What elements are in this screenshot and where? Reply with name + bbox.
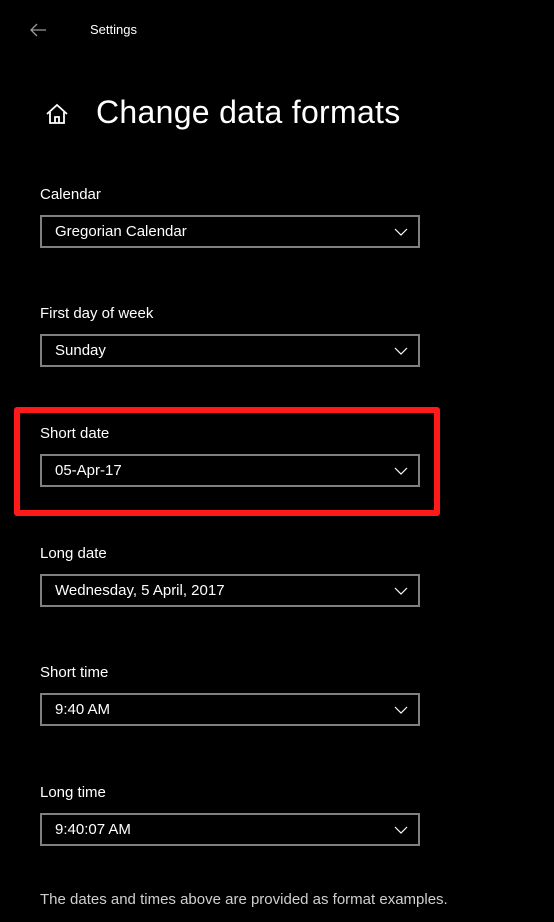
format-examples-note: The dates and times above are provided a… xyxy=(40,891,448,908)
chevron-down-icon xyxy=(394,347,408,355)
long-time-label: Long time xyxy=(40,784,106,801)
title-bar: Settings xyxy=(0,0,554,60)
calendar-value: Gregorian Calendar xyxy=(55,223,187,240)
long-date-value: Wednesday, 5 April, 2017 xyxy=(55,582,225,599)
first-day-dropdown[interactable]: Sunday xyxy=(40,334,420,367)
page-title: Change data formats xyxy=(96,93,401,130)
first-day-value: Sunday xyxy=(55,342,106,359)
home-icon[interactable] xyxy=(44,101,70,127)
chevron-down-icon xyxy=(394,587,408,595)
long-time-value: 9:40:07 AM xyxy=(55,821,131,838)
back-arrow-icon[interactable] xyxy=(28,20,48,40)
long-time-setting: Long time 9:40:07 AM xyxy=(40,783,420,846)
long-date-label: Long date xyxy=(40,545,107,562)
short-time-setting: Short time 9:40 AM xyxy=(40,663,420,726)
short-time-value: 9:40 AM xyxy=(55,701,111,718)
calendar-dropdown[interactable]: Gregorian Calendar xyxy=(40,215,420,248)
chevron-down-icon xyxy=(394,228,408,236)
page-header: Change data formats xyxy=(44,88,401,136)
first-day-of-week-setting: First day of week Sunday xyxy=(40,304,420,367)
short-time-dropdown[interactable]: 9:40 AM xyxy=(40,693,420,726)
highlight-annotation xyxy=(14,407,440,516)
long-date-setting: Long date Wednesday, 5 April, 2017 xyxy=(40,544,420,607)
chevron-down-icon xyxy=(394,706,408,714)
long-date-dropdown[interactable]: Wednesday, 5 April, 2017 xyxy=(40,574,420,607)
calendar-setting: Calendar Gregorian Calendar xyxy=(40,185,420,248)
first-day-label: First day of week xyxy=(40,305,154,322)
chevron-down-icon xyxy=(394,826,408,834)
long-time-dropdown[interactable]: 9:40:07 AM xyxy=(40,813,420,846)
calendar-label: Calendar xyxy=(40,186,101,203)
window-title: Settings xyxy=(90,22,137,37)
short-time-label: Short time xyxy=(40,664,109,681)
